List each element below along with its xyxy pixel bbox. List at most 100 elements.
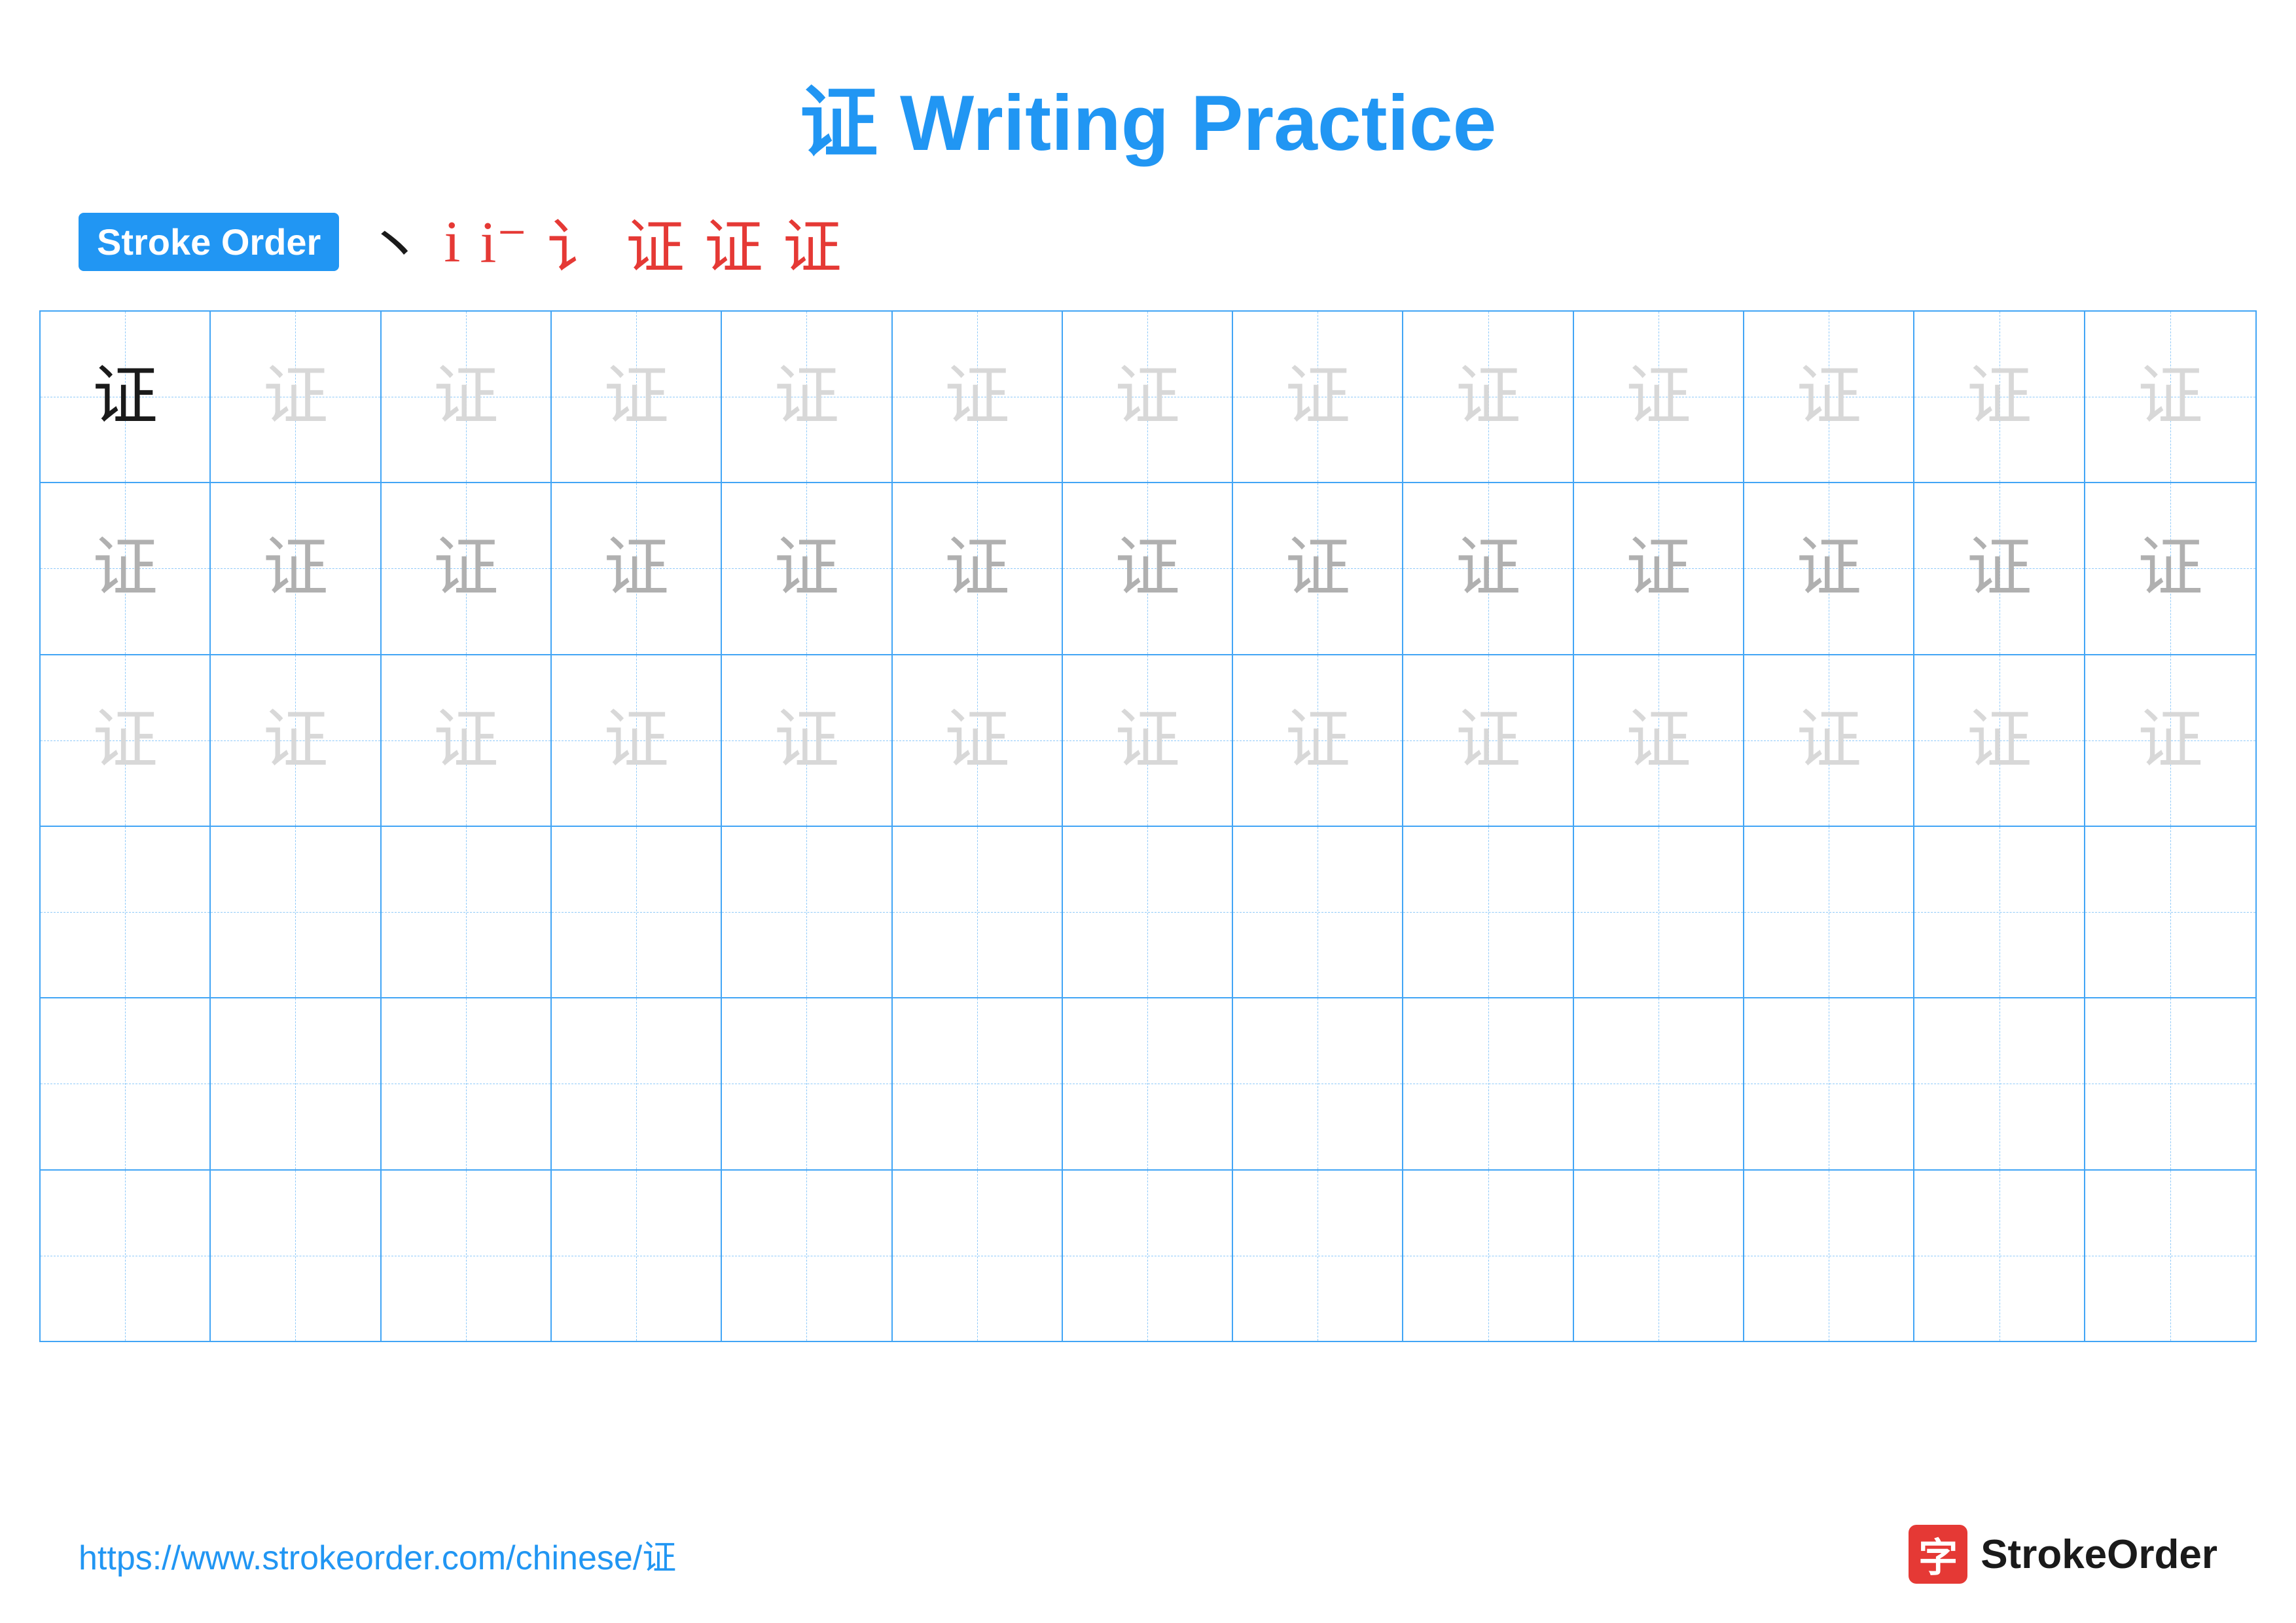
grid-cell-2-11[interactable]: 证: [1914, 655, 2085, 826]
grid-cell-1-0[interactable]: 证: [41, 483, 211, 653]
title-text: 证 Writing Practice: [800, 79, 1497, 167]
cell-char-1-12: 证: [2138, 536, 2203, 601]
grid-row-0[interactable]: 证证证证证证证证证证证证证: [41, 312, 2255, 483]
grid-row-1[interactable]: 证证证证证证证证证证证证证: [41, 483, 2255, 655]
grid-cell-0-2[interactable]: 证: [382, 312, 552, 482]
grid-cell-0-9[interactable]: 证: [1574, 312, 1744, 482]
grid-cell-5-8[interactable]: [1403, 1171, 1573, 1341]
grid-cell-3-12[interactable]: [2085, 827, 2255, 997]
grid-cell-2-7[interactable]: 证: [1233, 655, 1403, 826]
footer-url[interactable]: https://www.strokeorder.com/chinese/证: [79, 1530, 676, 1579]
grid-cell-5-5[interactable]: [893, 1171, 1063, 1341]
grid-cell-0-1[interactable]: 证: [211, 312, 381, 482]
grid-cell-5-12[interactable]: [2085, 1171, 2255, 1341]
grid-cell-4-5[interactable]: [893, 998, 1063, 1169]
grid-cell-5-9[interactable]: [1574, 1171, 1744, 1341]
grid-cell-1-3[interactable]: 证: [552, 483, 722, 653]
grid-cell-5-6[interactable]: [1063, 1171, 1233, 1341]
grid-cell-5-4[interactable]: [722, 1171, 892, 1341]
grid-cell-3-3[interactable]: [552, 827, 722, 997]
grid-cell-1-7[interactable]: 证: [1233, 483, 1403, 653]
cell-char-1-11: 证: [1967, 536, 2032, 601]
grid-cell-0-0[interactable]: 证: [41, 312, 211, 482]
grid-cell-2-9[interactable]: 证: [1574, 655, 1744, 826]
cell-char-1-3: 证: [603, 536, 669, 601]
cell-char-1-10: 证: [1796, 536, 1861, 601]
grid-cell-1-6[interactable]: 证: [1063, 483, 1233, 653]
grid-cell-4-12[interactable]: [2085, 998, 2255, 1169]
grid-cell-2-6[interactable]: 证: [1063, 655, 1233, 826]
grid-row-4[interactable]: [41, 998, 2255, 1170]
grid-cell-2-4[interactable]: 证: [722, 655, 892, 826]
logo-icon: 字: [1909, 1525, 1967, 1584]
grid-cell-4-10[interactable]: [1744, 998, 1914, 1169]
grid-cell-3-10[interactable]: [1744, 827, 1914, 997]
grid-cell-0-11[interactable]: 证: [1914, 312, 2085, 482]
grid-cell-3-2[interactable]: [382, 827, 552, 997]
grid-cell-4-9[interactable]: [1574, 998, 1744, 1169]
grid-cell-5-2[interactable]: [382, 1171, 552, 1341]
grid-cell-1-12[interactable]: 证: [2085, 483, 2255, 653]
cell-char-0-7: 证: [1285, 364, 1350, 429]
grid-cell-2-3[interactable]: 证: [552, 655, 722, 826]
grid-cell-1-11[interactable]: 证: [1914, 483, 2085, 653]
stroke-sequence: 丶 i i⁻ 讠 证 证 证: [365, 199, 842, 284]
grid-cell-3-8[interactable]: [1403, 827, 1573, 997]
practice-grid[interactable]: 证证证证证证证证证证证证证证证证证证证证证证证证证证证证证证证证证证证证证证证: [39, 310, 2257, 1342]
cell-char-0-6: 证: [1115, 364, 1180, 429]
grid-row-5[interactable]: [41, 1171, 2255, 1341]
grid-cell-1-9[interactable]: 证: [1574, 483, 1744, 653]
grid-cell-4-0[interactable]: [41, 998, 211, 1169]
grid-cell-3-5[interactable]: [893, 827, 1063, 997]
grid-cell-0-10[interactable]: 证: [1744, 312, 1914, 482]
cell-char-1-9: 证: [1626, 536, 1691, 601]
grid-cell-0-6[interactable]: 证: [1063, 312, 1233, 482]
grid-cell-3-9[interactable]: [1574, 827, 1744, 997]
grid-row-3[interactable]: [41, 827, 2255, 998]
grid-cell-1-4[interactable]: 证: [722, 483, 892, 653]
grid-cell-5-7[interactable]: [1233, 1171, 1403, 1341]
grid-cell-1-1[interactable]: 证: [211, 483, 381, 653]
grid-cell-0-12[interactable]: 证: [2085, 312, 2255, 482]
grid-cell-5-1[interactable]: [211, 1171, 381, 1341]
grid-cell-3-0[interactable]: [41, 827, 211, 997]
grid-cell-2-1[interactable]: 证: [211, 655, 381, 826]
grid-cell-1-8[interactable]: 证: [1403, 483, 1573, 653]
grid-cell-0-3[interactable]: 证: [552, 312, 722, 482]
grid-cell-4-2[interactable]: [382, 998, 552, 1169]
grid-cell-4-3[interactable]: [552, 998, 722, 1169]
grid-cell-0-8[interactable]: 证: [1403, 312, 1573, 482]
grid-cell-0-4[interactable]: 证: [722, 312, 892, 482]
grid-cell-0-5[interactable]: 证: [893, 312, 1063, 482]
grid-cell-5-11[interactable]: [1914, 1171, 2085, 1341]
grid-cell-5-10[interactable]: [1744, 1171, 1914, 1341]
grid-cell-2-2[interactable]: 证: [382, 655, 552, 826]
grid-cell-2-8[interactable]: 证: [1403, 655, 1573, 826]
cell-char-2-2: 证: [433, 708, 499, 773]
grid-cell-1-2[interactable]: 证: [382, 483, 552, 653]
grid-cell-4-6[interactable]: [1063, 998, 1233, 1169]
grid-cell-5-3[interactable]: [552, 1171, 722, 1341]
grid-cell-0-7[interactable]: 证: [1233, 312, 1403, 482]
grid-row-2[interactable]: 证证证证证证证证证证证证证: [41, 655, 2255, 827]
grid-cell-1-10[interactable]: 证: [1744, 483, 1914, 653]
grid-cell-2-12[interactable]: 证: [2085, 655, 2255, 826]
grid-cell-3-6[interactable]: [1063, 827, 1233, 997]
grid-cell-3-1[interactable]: [211, 827, 381, 997]
grid-cell-1-5[interactable]: 证: [893, 483, 1063, 653]
cell-char-0-12: 证: [2138, 364, 2203, 429]
grid-cell-3-4[interactable]: [722, 827, 892, 997]
grid-cell-3-11[interactable]: [1914, 827, 2085, 997]
grid-cell-3-7[interactable]: [1233, 827, 1403, 997]
grid-cell-4-1[interactable]: [211, 998, 381, 1169]
stroke-2: i: [444, 208, 460, 276]
grid-cell-4-4[interactable]: [722, 998, 892, 1169]
grid-cell-4-11[interactable]: [1914, 998, 2085, 1169]
grid-cell-2-10[interactable]: 证: [1744, 655, 1914, 826]
stroke-order-section: Stroke Order 丶 i i⁻ 讠 证 证 证: [0, 199, 2296, 284]
grid-cell-4-7[interactable]: [1233, 998, 1403, 1169]
grid-cell-2-5[interactable]: 证: [893, 655, 1063, 826]
grid-cell-2-0[interactable]: 证: [41, 655, 211, 826]
grid-cell-5-0[interactable]: [41, 1171, 211, 1341]
grid-cell-4-8[interactable]: [1403, 998, 1573, 1169]
